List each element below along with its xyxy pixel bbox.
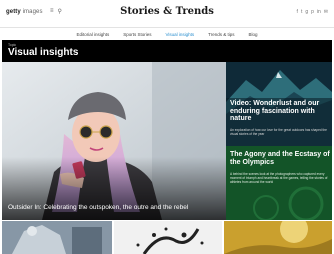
email-icon[interactable]: ✉ — [324, 9, 328, 15]
bottom-image-1 — [2, 221, 112, 254]
linkedin-icon[interactable]: in — [317, 9, 321, 15]
nav-item-sports-stories[interactable]: Sports Stories — [123, 32, 151, 37]
main-nav: Editorial insights Sports Stories Visual… — [0, 29, 334, 39]
nav-item-editorial-insights[interactable]: Editorial insights — [76, 32, 109, 37]
brand-title: Stories & Trends — [120, 6, 214, 17]
story-tile-bottom-3[interactable] — [224, 221, 332, 254]
nav-item-visual-insights[interactable]: Visual insights — [165, 32, 194, 37]
hero-image — [2, 62, 226, 220]
story-tile-wonderlust[interactable]: Video: Wonderlust and our enduring fasci… — [226, 62, 332, 146]
section-title: Visual insights — [8, 47, 79, 58]
story-tile-bottom-1[interactable] — [2, 221, 112, 254]
google-plus-icon[interactable]: g — [305, 9, 308, 15]
hero-caption[interactable]: Outsider In: Celebrating the outspoken, … — [8, 204, 222, 211]
bottom-image-2 — [114, 221, 222, 254]
facebook-icon[interactable]: f — [297, 9, 298, 15]
twitter-icon[interactable]: t — [301, 9, 302, 15]
nav-item-trends-tips[interactable]: Trends & tips — [208, 32, 234, 37]
bottom-row — [2, 221, 332, 254]
pinterest-icon[interactable]: p — [311, 9, 314, 15]
wonderlust-title: Video: Wonderlust and our enduring fasci… — [230, 100, 320, 122]
olympics-title: The Agony and the Ecstasy of the Olympic… — [230, 151, 330, 166]
olympics-desc: A behind the scenes look at the photogra… — [230, 172, 328, 184]
bottom-image-3 — [224, 221, 332, 254]
nav-item-blog[interactable]: Blog — [249, 32, 258, 37]
section-header: Topic Visual insights — [2, 40, 332, 62]
social-icons: f t g p in ✉ — [297, 9, 328, 15]
wonderlust-desc: An exploration of how our love for the g… — [230, 128, 327, 136]
story-tile-olympics[interactable]: The Agony and the Ecstasy of the Olympic… — [226, 146, 332, 220]
top-bar: getty images ≡ ⚲ Stories & Trends f t g … — [0, 0, 334, 28]
hero-story[interactable]: Outsider In: Celebrating the outspoken, … — [2, 62, 226, 220]
story-tile-bottom-2[interactable] — [114, 221, 222, 254]
